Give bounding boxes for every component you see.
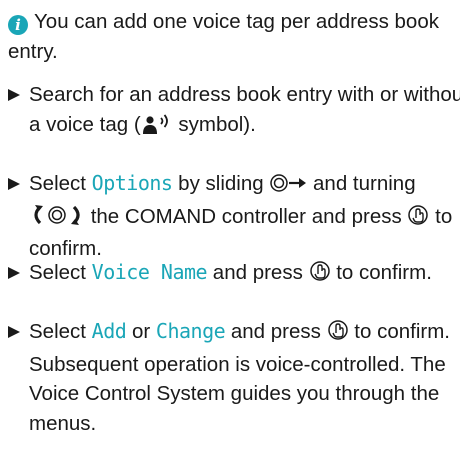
document-page: i You can add one voice tag per address b…: [0, 0, 460, 452]
step-text: and turning: [307, 172, 416, 195]
press-controller-icon: [327, 319, 349, 350]
step-text: and press: [207, 261, 309, 284]
info-note: i You can add one voice tag per address b…: [8, 7, 456, 66]
add-menu-term: Add: [91, 319, 127, 343]
options-menu-term: Options: [91, 171, 173, 195]
step-text: Select: [29, 320, 92, 343]
step-arrow-icon: [8, 326, 20, 338]
step-text: the COMAND controller and press: [85, 204, 408, 228]
step-select-options: Select Options by sliding and turning th…: [8, 169, 460, 264]
step-search-entry: Search for an address book entry with or…: [8, 80, 460, 142]
step-text: Select: [29, 172, 92, 195]
voice-name-menu-term: Voice Name: [91, 260, 208, 284]
press-controller-icon: [407, 204, 429, 235]
change-menu-term: Change: [155, 319, 226, 343]
step-text: to confirm.: [330, 261, 432, 284]
info-text: You can add one voice tag per address bo…: [8, 10, 439, 63]
step-text: or: [126, 320, 156, 343]
step-text: Select: [29, 261, 92, 284]
step-result-note: Subsequent operation is voice-controlled…: [29, 352, 446, 435]
voice-tag-icon: [141, 113, 173, 143]
step-text: by sliding: [172, 172, 270, 195]
step-text: to confirm.: [348, 320, 450, 343]
step-arrow-icon: [8, 267, 20, 279]
step-arrow-icon: [8, 89, 20, 101]
press-controller-icon: [309, 260, 331, 291]
step-select-add-change: Select Add or Change and press to confir…: [8, 317, 460, 438]
step-text: and press: [225, 320, 327, 343]
info-icon: i: [8, 15, 28, 35]
step-select-voice-name: Select Voice Name and press to confirm.: [8, 258, 460, 291]
step-text: symbol).: [172, 112, 256, 136]
turn-controller-icon: [29, 204, 85, 235]
slide-right-icon: [269, 172, 307, 202]
step-arrow-icon: [8, 178, 20, 190]
